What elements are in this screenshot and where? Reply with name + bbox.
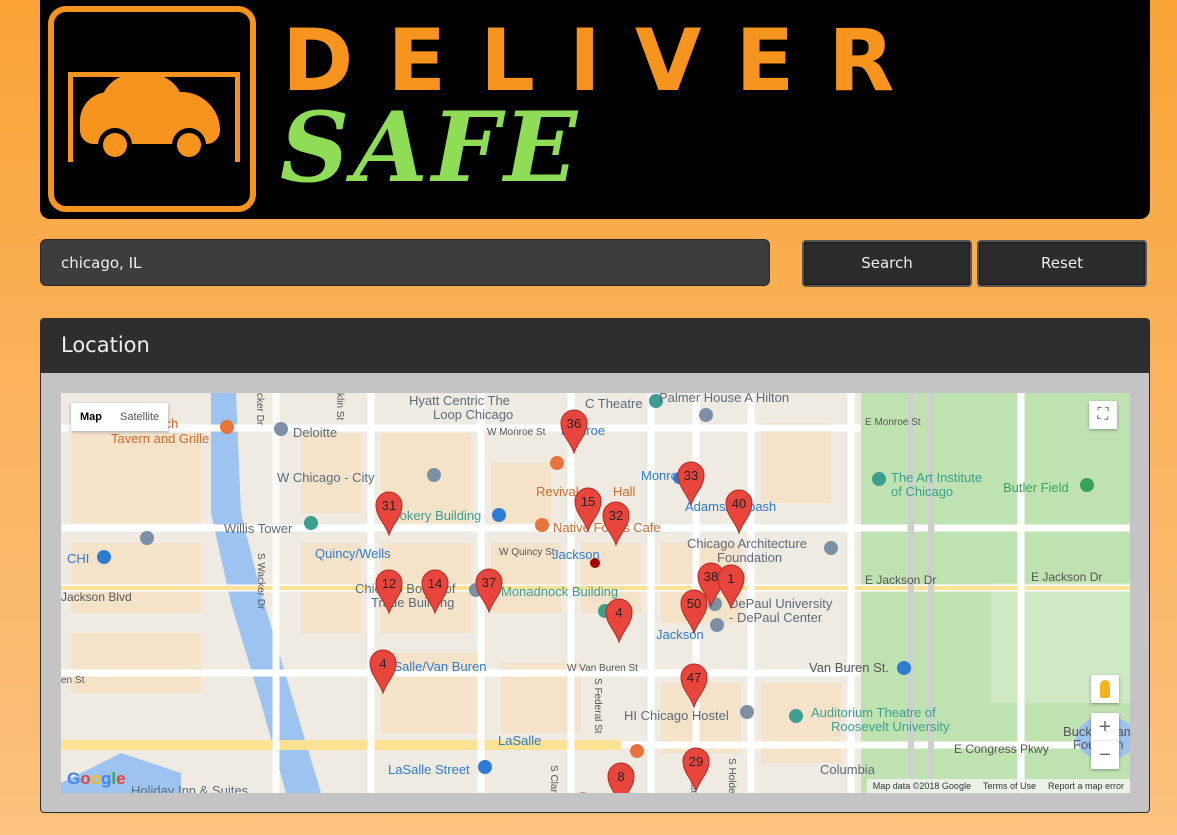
svg-text:CHI: CHI bbox=[67, 551, 89, 566]
brand-safe-text: SAFE bbox=[280, 91, 582, 204]
svg-text:DePaul University: DePaul University bbox=[729, 596, 833, 611]
svg-text:- DePaul Center: - DePaul Center bbox=[729, 610, 823, 625]
svg-text:E Jackson Dr: E Jackson Dr bbox=[865, 573, 936, 587]
svg-text:Foundation: Foundation bbox=[717, 550, 782, 565]
map-marker-label: 31 bbox=[382, 498, 396, 513]
map-marker-label: 15 bbox=[581, 494, 595, 509]
map-marker-label: 40 bbox=[732, 496, 746, 511]
svg-text:Columbia: Columbia bbox=[820, 762, 876, 777]
map-marker-label: 38 bbox=[704, 569, 718, 584]
map-type-map-button[interactable]: Map bbox=[71, 403, 111, 431]
svg-text:Palmer House A Hilton: Palmer House A Hilton bbox=[659, 393, 789, 405]
location-search-input[interactable] bbox=[40, 239, 770, 286]
panel-title: Location bbox=[41, 319, 1149, 373]
terms-of-use-link[interactable]: Terms of Use bbox=[983, 779, 1036, 793]
street-view-pegman-icon[interactable] bbox=[1091, 675, 1119, 703]
map-marker-label: 8 bbox=[617, 769, 624, 784]
search-button[interactable]: Search bbox=[802, 240, 972, 287]
svg-text:Jackson: Jackson bbox=[656, 627, 704, 642]
svg-text:S Wacker Dr: S Wacker Dr bbox=[255, 553, 266, 610]
svg-text:Monadnock Building: Monadnock Building bbox=[501, 584, 618, 599]
map-marker-label: 33 bbox=[684, 468, 698, 483]
map-data-credit: Map data ©2018 Google bbox=[872, 781, 971, 791]
svg-text:Roosevelt University: Roosevelt University bbox=[831, 719, 950, 734]
svg-text:Hall: Hall bbox=[613, 484, 636, 499]
svg-text:Hyatt Centric The: Hyatt Centric The bbox=[409, 393, 510, 408]
zoom-out-button[interactable]: − bbox=[1091, 741, 1119, 769]
svg-text:Tavern and Grille: Tavern and Grille bbox=[111, 431, 209, 446]
svg-text:Auditorium Theatre of: Auditorium Theatre of bbox=[811, 705, 936, 720]
reset-button[interactable]: Reset bbox=[977, 240, 1147, 287]
map-marker-label: 47 bbox=[687, 670, 701, 685]
svg-text:HI Chicago Hostel: HI Chicago Hostel bbox=[624, 708, 729, 723]
svg-text:E Jackson Dr: E Jackson Dr bbox=[1031, 570, 1102, 584]
svg-text:W Monroe St: W Monroe St bbox=[487, 427, 546, 438]
svg-text:Loop Chicago: Loop Chicago bbox=[433, 407, 513, 422]
svg-text:Butler Field: Butler Field bbox=[1003, 480, 1069, 495]
map-marker-label: 14 bbox=[428, 576, 442, 591]
svg-text:Deloitte: Deloitte bbox=[293, 425, 337, 440]
map-type-satellite-button[interactable]: Satellite bbox=[111, 403, 168, 431]
map-marker-label: 1 bbox=[727, 571, 734, 586]
svg-text:S Federal St: S Federal St bbox=[592, 678, 603, 734]
map-marker-label: 37 bbox=[482, 575, 496, 590]
svg-text:Revival: Revival bbox=[536, 484, 579, 499]
svg-text:Jackson Blvd: Jackson Blvd bbox=[61, 590, 132, 604]
fullscreen-icon[interactable]: ⛶ bbox=[1089, 401, 1117, 429]
map-marker-label: 36 bbox=[567, 416, 581, 431]
map-type-control: Map Satellite bbox=[71, 403, 169, 431]
svg-text:C Theatre: C Theatre bbox=[585, 396, 643, 411]
location-panel: Location Hyatt Centric The Loop Chicago … bbox=[40, 318, 1150, 813]
map-attribution: Map data ©2018 Google Terms of Use Repor… bbox=[866, 779, 1130, 793]
report-map-error-link[interactable]: Report a map error bbox=[1048, 779, 1124, 793]
svg-text:of Chicago: of Chicago bbox=[891, 484, 953, 499]
svg-text:E Monroe St: E Monroe St bbox=[865, 417, 921, 428]
map-marker-label: 29 bbox=[689, 754, 703, 769]
map-marker-label: 4 bbox=[615, 605, 622, 620]
svg-text:W Chicago - City: W Chicago - City bbox=[277, 470, 375, 485]
svg-text:Quincy/Wells: Quincy/Wells bbox=[315, 546, 391, 561]
map-marker-label: 4 bbox=[379, 656, 386, 671]
svg-text:S Clark St: S Clark St bbox=[548, 765, 559, 793]
zoom-in-button[interactable]: + bbox=[1091, 713, 1119, 741]
app-banner: DELIVER SAFE bbox=[40, 0, 1150, 219]
map-marker-label: 50 bbox=[687, 596, 701, 611]
svg-text:Van Buren St.: Van Buren St. bbox=[809, 660, 889, 675]
svg-text:Holiday Inn & Suites: Holiday Inn & Suites bbox=[131, 783, 249, 793]
map-tiles: Hyatt Centric The Loop Chicago W Monroe … bbox=[61, 393, 1130, 793]
svg-text:cker Dr: cker Dr bbox=[254, 393, 265, 426]
svg-text:W Quincy St: W Quincy St bbox=[499, 547, 555, 558]
svg-text:Willis Tower: Willis Tower bbox=[224, 521, 293, 536]
map-marker-label: 12 bbox=[382, 576, 396, 591]
svg-text:LaSalle: LaSalle bbox=[498, 733, 541, 748]
google-logo: Google bbox=[67, 769, 126, 788]
map-marker-label: 32 bbox=[609, 508, 623, 523]
svg-text:S Holden: S Holden bbox=[726, 758, 737, 793]
svg-text:E Congress Pkwy: E Congress Pkwy bbox=[954, 742, 1049, 756]
svg-text:klin St: klin St bbox=[334, 393, 345, 420]
svg-text:en St: en St bbox=[61, 675, 85, 686]
svg-text:W Van Buren St: W Van Buren St bbox=[567, 663, 638, 674]
svg-text:Chicago Architecture: Chicago Architecture bbox=[687, 536, 807, 551]
svg-text:LaSalle Street: LaSalle Street bbox=[388, 762, 470, 777]
map-marker[interactable]: 8 bbox=[607, 762, 635, 793]
svg-text:The Art Institute: The Art Institute bbox=[891, 470, 982, 485]
car-garage-logo-icon bbox=[48, 6, 256, 212]
google-map[interactable]: Hyatt Centric The Loop Chicago W Monroe … bbox=[61, 393, 1130, 793]
